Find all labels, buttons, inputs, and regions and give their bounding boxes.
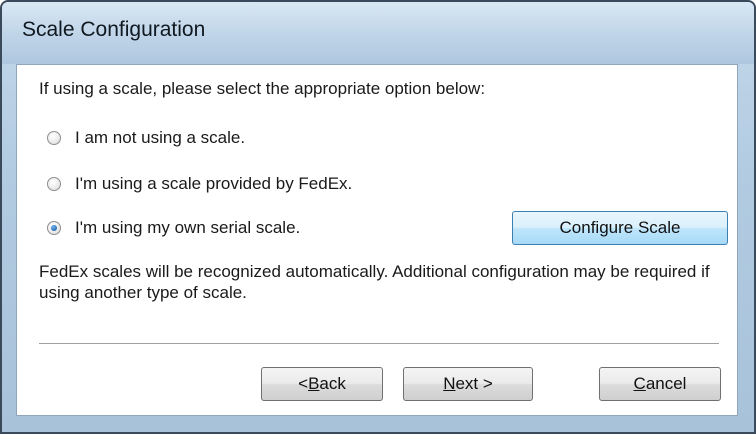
radio-button-selected[interactable] — [47, 221, 61, 235]
back-mnemonic: B — [308, 374, 320, 393]
info-note: FedEx scales will be recognized automati… — [39, 262, 710, 302]
next-rest: ext > — [455, 374, 493, 393]
radio-button[interactable] — [47, 131, 61, 145]
configure-scale-button[interactable]: Configure Scale — [512, 211, 728, 245]
radio-button[interactable] — [47, 177, 61, 191]
next-button[interactable]: Next > — [403, 367, 533, 401]
window-title: Scale Configuration — [22, 18, 206, 41]
scale-configuration-window: Scale Configuration If using a scale, pl… — [0, 0, 756, 434]
back-rest: ack — [319, 374, 346, 393]
option-own-serial-scale[interactable]: I'm using my own serial scale. — [47, 217, 300, 239]
option-label[interactable]: I am not using a scale. — [75, 128, 245, 148]
instruction-text: If using a scale, please select the appr… — [39, 79, 486, 98]
option-label[interactable]: I'm using my own serial scale. — [75, 218, 300, 238]
back-prefix: < — [298, 374, 309, 393]
option-not-using-scale[interactable]: I am not using a scale. — [47, 127, 245, 149]
back-button[interactable]: <Back — [261, 367, 383, 401]
dialog-body: If using a scale, please select the appr… — [16, 64, 738, 416]
cancel-rest: ancel — [645, 374, 687, 393]
title-bar[interactable]: Scale Configuration — [2, 2, 754, 64]
option-label[interactable]: I'm using a scale provided by FedEx. — [75, 174, 352, 194]
divider — [39, 343, 719, 345]
cancel-button[interactable]: Cancel — [599, 367, 721, 401]
option-fedex-scale[interactable]: I'm using a scale provided by FedEx. — [47, 173, 352, 195]
next-mnemonic: N — [443, 374, 456, 393]
cancel-mnemonic: C — [633, 374, 646, 393]
